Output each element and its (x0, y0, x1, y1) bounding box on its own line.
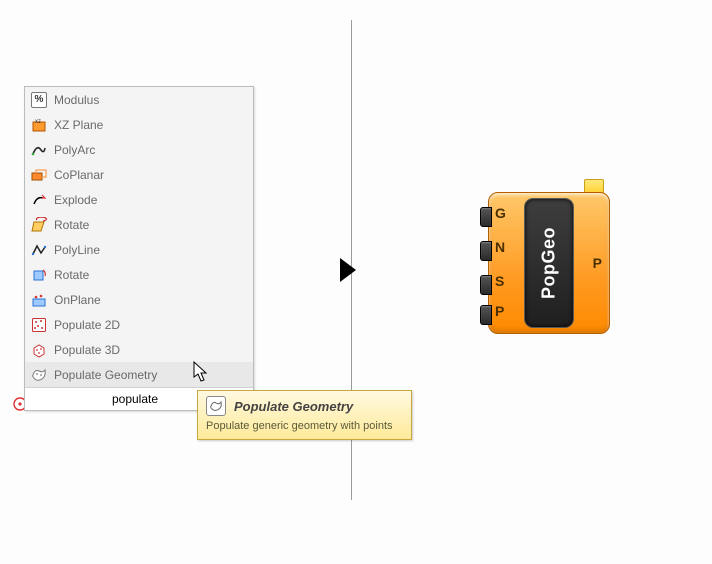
search-result-onplane[interactable]: OnPlane (25, 287, 253, 312)
explode-icon (31, 192, 47, 208)
input-port-g[interactable]: G (495, 205, 506, 221)
tooltip-body: Populate generic geometry with points (198, 419, 411, 439)
output-port-p[interactable]: P (593, 255, 602, 271)
xzplane-icon: xz (31, 117, 47, 133)
svg-text:xz: xz (35, 119, 41, 125)
canvas[interactable]: G N S P P PopGeo % Modulus xz XZ Plane PolyA… (0, 0, 712, 564)
coplanar-icon (31, 167, 47, 183)
search-result-polyarc[interactable]: PolyArc (25, 137, 253, 162)
search-result-label: CoPlanar (54, 168, 104, 182)
input-grip[interactable] (480, 241, 492, 261)
search-icon (25, 391, 41, 407)
input-port-p[interactable]: P (495, 303, 504, 319)
search-result-label: PolyLine (54, 243, 100, 257)
input-grip[interactable] (480, 305, 492, 325)
search-result-label: Rotate (54, 268, 89, 282)
polyarc-icon (31, 142, 47, 158)
component-search-popup: % Modulus xz XZ Plane PolyArc CoPlanar Explode… (24, 86, 254, 411)
search-result-label: Rotate (54, 218, 89, 232)
search-result-label: PolyArc (54, 143, 95, 157)
input-grip[interactable] (480, 275, 492, 295)
popgeo-icon (206, 396, 226, 416)
search-result-rotate-1[interactable]: Rotate (25, 212, 253, 237)
search-result-explode[interactable]: Explode (25, 187, 253, 212)
component-body[interactable]: G N S P P PopGeo (488, 192, 610, 334)
tooltip: Populate Geometry Populate generic geome… (197, 390, 412, 440)
search-result-polyline[interactable]: PolyLine (25, 237, 253, 262)
input-port-s[interactable]: S (495, 273, 504, 289)
search-result-label: Explode (54, 193, 97, 207)
popgeo-component[interactable]: G N S P P PopGeo (488, 192, 608, 332)
component-core[interactable]: PopGeo (525, 199, 573, 327)
percent-icon: % (31, 92, 47, 108)
search-result-xz-plane[interactable]: xz XZ Plane (25, 112, 253, 137)
onplane-icon (31, 292, 47, 308)
popgeo-icon (31, 367, 47, 383)
rotate-sq-icon (31, 267, 47, 283)
input-port-n[interactable]: N (495, 239, 505, 255)
search-result-populate-geometry[interactable]: Populate Geometry (25, 362, 253, 387)
polyline-icon (31, 242, 47, 258)
search-result-modulus[interactable]: % Modulus (25, 87, 253, 112)
pop2d-icon (31, 317, 47, 333)
search-result-label: XZ Plane (54, 118, 103, 132)
search-result-label: Modulus (54, 93, 99, 107)
rotate-y-icon (31, 217, 47, 233)
component-name: PopGeo (539, 227, 560, 299)
tooltip-title: Populate Geometry (234, 399, 353, 414)
arrow-right-icon (340, 258, 356, 282)
search-result-label: Populate Geometry (54, 368, 157, 382)
search-result-label: Populate 3D (54, 343, 120, 357)
search-result-label: Populate 2D (54, 318, 120, 332)
search-result-populate-2d[interactable]: Populate 2D (25, 312, 253, 337)
search-result-populate-3d[interactable]: Populate 3D (25, 337, 253, 362)
search-result-label: OnPlane (54, 293, 101, 307)
search-result-coplanar[interactable]: CoPlanar (25, 162, 253, 187)
input-grip[interactable] (480, 207, 492, 227)
pop3d-icon (31, 342, 47, 358)
search-result-rotate-2[interactable]: Rotate (25, 262, 253, 287)
